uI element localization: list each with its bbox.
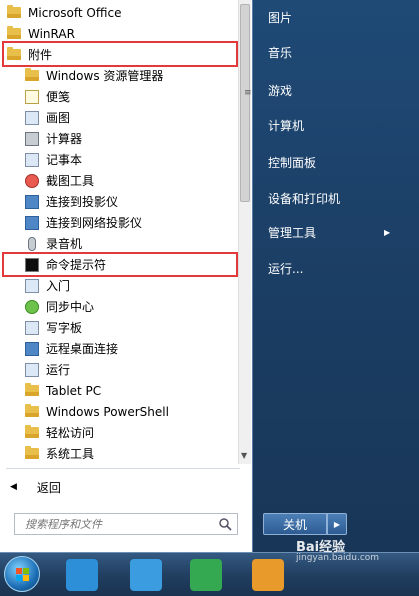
places-item-music[interactable]: 音乐 <box>268 42 292 62</box>
folder-icon <box>24 425 40 441</box>
search-input[interactable] <box>23 516 217 532</box>
program-item-sound-recorder[interactable]: 录音机 <box>0 233 236 254</box>
program-item-run[interactable]: 运行 <box>0 359 236 380</box>
folder-icon <box>24 383 40 399</box>
watermark: Bai经验 jingyan.baidu.com <box>296 540 380 563</box>
sync-center-icon <box>24 299 40 315</box>
program-item-system-tools[interactable]: 系统工具 <box>0 443 236 464</box>
highlight-accessories <box>2 41 238 67</box>
folder-icon <box>24 446 40 462</box>
shutdown-options-button[interactable]: ▶ <box>327 513 347 535</box>
program-item-sync-center[interactable]: 同步中心 <box>0 296 236 317</box>
grip-icon: ≡ <box>244 88 252 98</box>
run-icon <box>24 362 40 378</box>
folder-icon <box>6 26 22 42</box>
places-item-pictures[interactable]: 图片 <box>268 7 292 27</box>
program-item-windows-powershell[interactable]: Windows PowerShell <box>0 401 236 422</box>
taskbar-app-1-icon[interactable] <box>66 559 98 591</box>
program-item-microsoft-office[interactable]: Microsoft Office <box>0 2 236 23</box>
notepad-icon <box>24 152 40 168</box>
getting-started-icon <box>24 278 40 294</box>
snipping-tool-icon <box>24 173 40 189</box>
programs-panel: Microsoft Office WinRAR 附件 Windows 资源管理器… <box>0 0 252 552</box>
highlight-command-prompt <box>2 252 238 277</box>
folder-icon <box>24 404 40 420</box>
scrollbar-thumb[interactable]: ≡ <box>240 4 252 202</box>
program-list-scrollbar[interactable]: ≡ ▼ <box>238 0 252 464</box>
program-item-remote-desktop[interactable]: 远程桌面连接 <box>0 338 236 359</box>
scroll-down-arrow-icon[interactable]: ▼ <box>241 451 247 460</box>
submenu-arrow-icon: ▶ <box>384 227 391 237</box>
search-icon[interactable] <box>218 517 232 531</box>
windows-logo-icon <box>16 568 29 581</box>
network-projector-icon <box>24 215 40 231</box>
program-item-notepad[interactable]: 记事本 <box>0 149 236 170</box>
chevron-right-icon: ▶ <box>333 519 341 529</box>
program-item-sticky-notes[interactable]: 便笺 <box>0 86 236 107</box>
remote-desktop-icon <box>24 341 40 357</box>
program-item-calculator[interactable]: 计算器 <box>0 128 236 149</box>
program-item-paint[interactable]: 画图 <box>0 107 236 128</box>
divider <box>6 468 240 469</box>
program-item-wordpad[interactable]: 写字板 <box>0 317 236 338</box>
folder-icon <box>6 5 22 21</box>
program-item-windows-explorer[interactable]: Windows 资源管理器 <box>0 65 236 86</box>
calculator-icon <box>24 131 40 147</box>
places-item-games[interactable]: 游戏 <box>268 80 292 100</box>
program-item-snipping-tool[interactable]: 截图工具 <box>0 170 236 191</box>
back-button[interactable]: ◀ 返回 <box>10 478 61 496</box>
paint-icon <box>24 110 40 126</box>
start-button[interactable] <box>4 556 40 592</box>
program-item-connect-projector[interactable]: 连接到投影仪 <box>0 191 236 212</box>
shutdown-button[interactable]: 关机 <box>263 513 327 535</box>
places-item-admin-tools[interactable]: 管理工具 ▶ <box>268 222 398 242</box>
taskbar-app-3-icon[interactable] <box>190 559 222 591</box>
wordpad-icon <box>24 320 40 336</box>
places-panel: 图片 音乐 游戏 计算机 控制面板 设备和打印机 管理工具 ▶ 运行... 关机… <box>252 0 419 552</box>
places-item-computer[interactable]: 计算机 <box>268 115 304 135</box>
taskbar-app-4-icon[interactable] <box>252 559 284 591</box>
places-item-control-panel[interactable]: 控制面板 <box>268 152 316 172</box>
program-item-tablet-pc[interactable]: Tablet PC <box>0 380 236 401</box>
places-item-devices-printers[interactable]: 设备和打印机 <box>268 188 340 208</box>
program-item-ease-of-access[interactable]: 轻松访问 <box>0 422 236 443</box>
program-list: Microsoft Office WinRAR 附件 Windows 资源管理器… <box>0 0 236 464</box>
projector-icon <box>24 194 40 210</box>
microphone-icon <box>24 236 40 252</box>
explorer-icon <box>24 68 40 84</box>
program-item-getting-started[interactable]: 入门 <box>0 275 236 296</box>
places-item-run[interactable]: 运行... <box>268 258 303 278</box>
back-arrow-icon: ◀ <box>10 482 17 492</box>
taskbar-app-2-icon[interactable] <box>130 559 162 591</box>
search-box[interactable] <box>14 513 238 535</box>
program-item-connect-network-projector[interactable]: 连接到网络投影仪 <box>0 212 236 233</box>
sticky-note-icon <box>24 89 40 105</box>
